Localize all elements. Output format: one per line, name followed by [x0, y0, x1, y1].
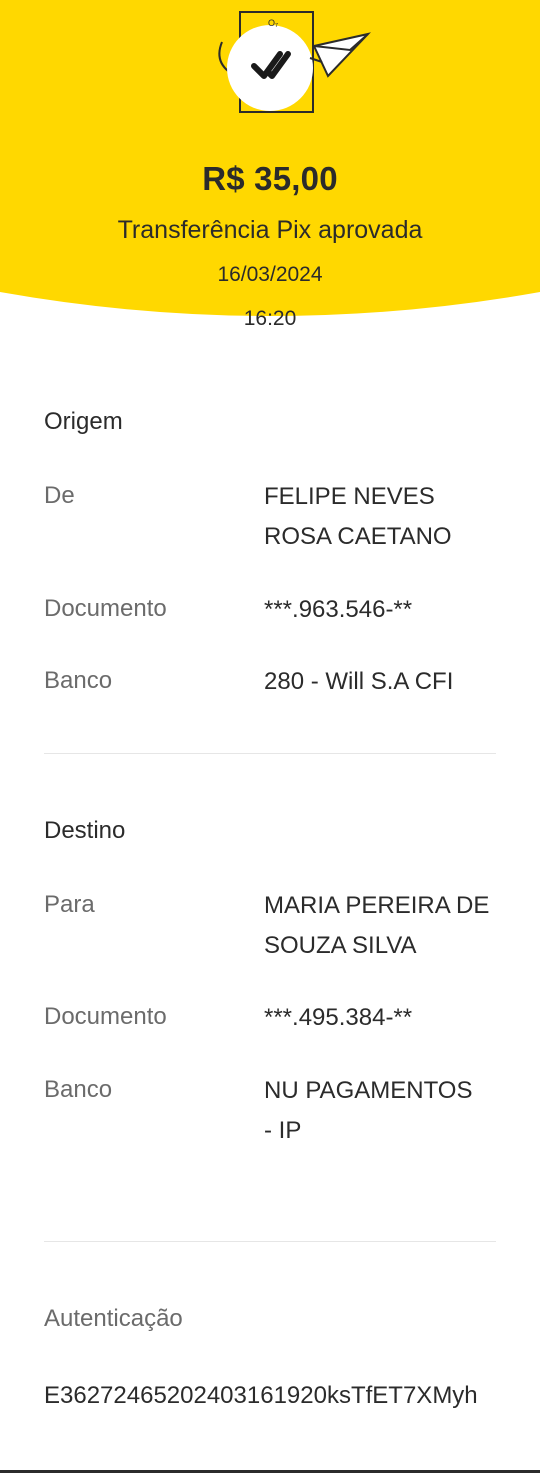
origem-documento-value: ***.963.546-** [264, 596, 413, 623]
destino-documento-value: ***.495.384-** [264, 1004, 413, 1031]
section-divider [44, 753, 496, 754]
origem-de-value: FELIPE NEVES ROSA CAETANO [264, 483, 452, 550]
destino-title: Destino [44, 817, 126, 844]
transfer-amount: R$ 35,00 [202, 160, 338, 197]
destino-para-value: MARIA PEREIRA DE SOUZA SILVA [264, 892, 490, 959]
transfer-date: 16/03/2024 [217, 263, 323, 286]
destino-banco-value: NU PAGAMENTOS - IP [264, 1077, 473, 1144]
receipt-header: O₇ R$ 35,00 Transferência Pix aprovada 1… [0, 0, 540, 340]
svg-text:O₇: O₇ [268, 18, 278, 28]
origem-banco-value: 280 - Will S.A CFI [264, 668, 454, 695]
section-divider [44, 1241, 496, 1242]
transfer-time: 16:20 [243, 307, 297, 330]
origem-documento-label: Documento [44, 595, 167, 622]
transfer-status: Transferência Pix aprovada [117, 216, 423, 244]
destino-para-label: Para [44, 891, 95, 918]
origem-banco-label: Banco [44, 667, 113, 694]
origem-de-label: De [44, 482, 75, 509]
destino-banco-label: Banco [44, 1076, 113, 1103]
origem-title: Origem [44, 408, 123, 435]
destino-documento-label: Documento [44, 1003, 167, 1030]
autenticacao-code: E3627246520240316192​0ksTfET7XMyh [44, 1382, 478, 1409]
autenticacao-label: Autenticação [44, 1305, 183, 1332]
double-check-icon: O₇ [218, 11, 371, 113]
